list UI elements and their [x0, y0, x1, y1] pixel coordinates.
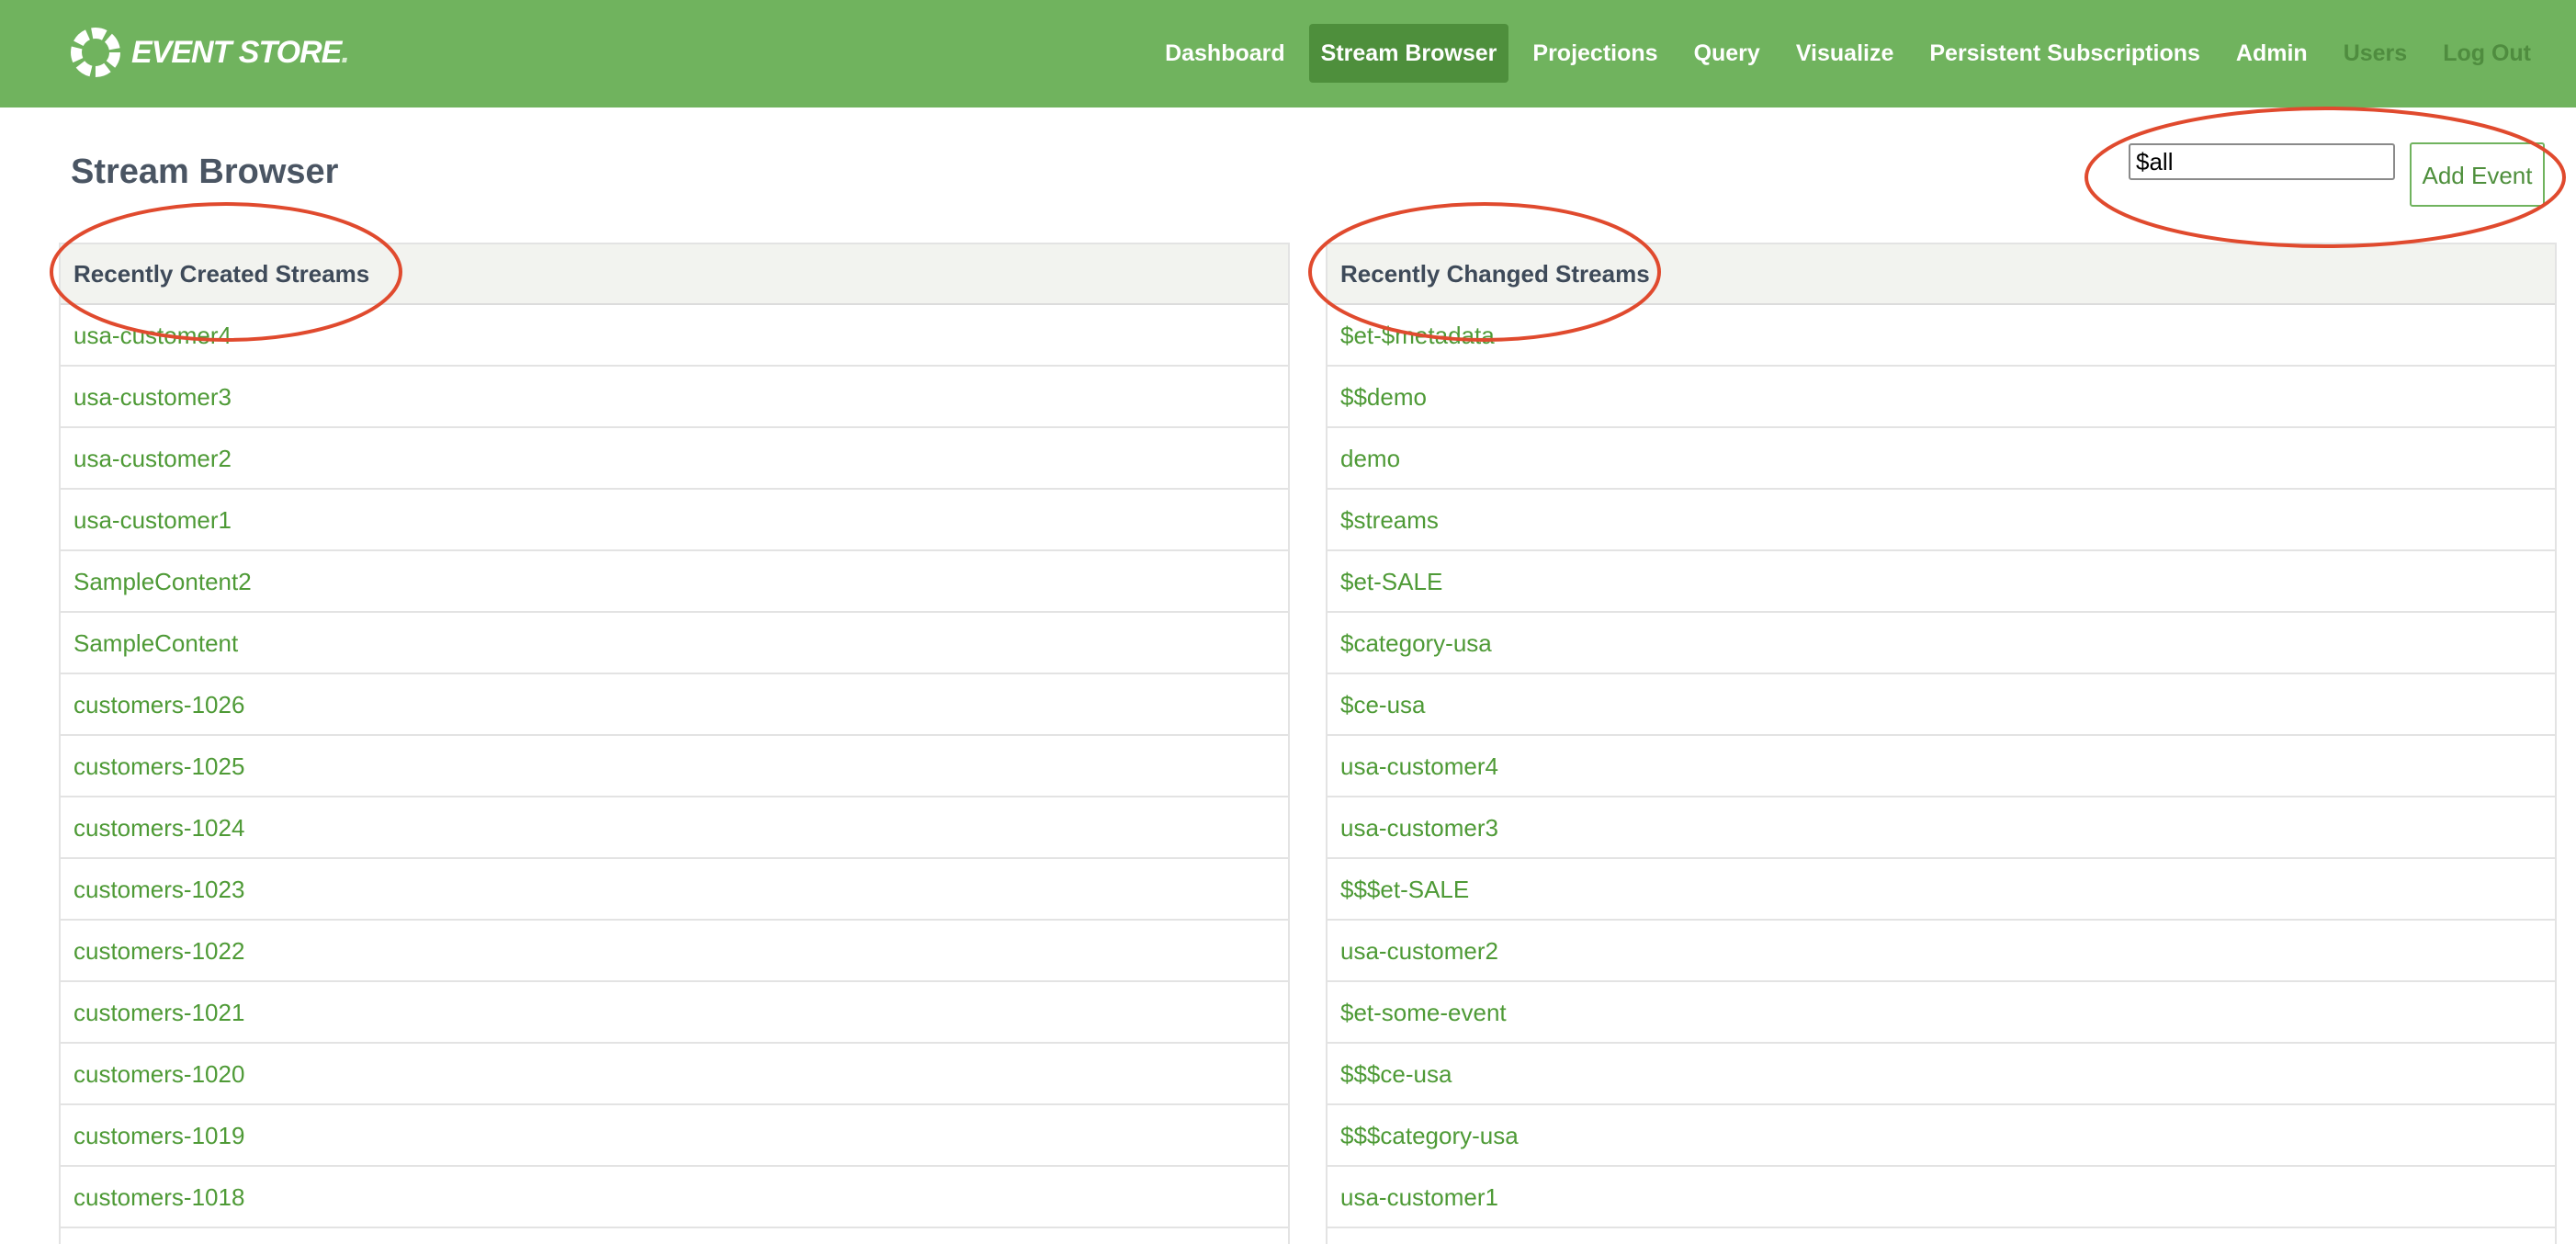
stream-row: usa-customer2: [61, 428, 1288, 490]
stream-row: customers-1022: [61, 921, 1288, 982]
recently-created-streams-heading: Recently Created Streams: [61, 244, 1288, 305]
stream-link[interactable]: customers-1021: [73, 999, 244, 1026]
stream-link[interactable]: usa-customer1: [73, 506, 232, 534]
main-nav: Dashboard Stream Browser Projections Que…: [1141, 24, 2543, 83]
stream-row: customers-1025: [61, 736, 1288, 797]
stream-row: usa-customer3: [61, 367, 1288, 428]
stream-link[interactable]: customers-1026: [73, 691, 244, 718]
event-store-logo[interactable]: EVENT STORE.: [69, 25, 350, 80]
stream-row: $$$category-usa: [1328, 1105, 2555, 1167]
stream-row: $$demo: [1328, 367, 2555, 428]
add-event-button[interactable]: Add Event: [2410, 142, 2545, 207]
stream-link[interactable]: usa-customer3: [1340, 814, 1498, 842]
nav-log-out[interactable]: Log Out: [2431, 24, 2543, 83]
stream-row: usa-customer1: [1328, 1167, 2555, 1228]
stream-row: customers-1023: [61, 859, 1288, 921]
stream-link[interactable]: $$$category-usa: [1340, 1122, 1519, 1149]
stream-link[interactable]: customers-1019: [73, 1122, 244, 1149]
stream-row: customers-1019: [61, 1105, 1288, 1167]
stream-link[interactable]: $$$et-SALE: [1340, 876, 1469, 903]
top-navigation-bar: EVENT STORE. Dashboard Stream Browser Pr…: [0, 0, 2576, 107]
recently-changed-streams-panel: Recently Changed Streams $et-$metadata $$…: [1326, 243, 2557, 1244]
stream-link[interactable]: $streams: [1340, 506, 1439, 534]
stream-row: usa-customer2: [1328, 921, 2555, 982]
stream-link[interactable]: usa-customer3: [73, 383, 232, 411]
stream-row: $et-SALE: [1328, 551, 2555, 613]
stream-link[interactable]: customers-1024: [73, 814, 244, 842]
stream-row: SampleContent: [61, 613, 1288, 674]
stream-link[interactable]: SampleContent2: [73, 568, 252, 595]
stream-row: usa-customer4: [61, 305, 1288, 367]
nav-persistent-subscriptions[interactable]: Persistent Subscriptions: [1917, 24, 2212, 83]
recently-created-streams-panel: Recently Created Streams usa-customer4 us…: [59, 243, 1290, 1244]
stream-row: customers-1026: [61, 674, 1288, 736]
stream-row: customers-1020: [61, 1044, 1288, 1105]
stream-link[interactable]: customers-1022: [73, 937, 244, 965]
stream-row: $ce-usa: [1328, 674, 2555, 736]
stream-row: $et-some-event: [1328, 982, 2555, 1044]
nav-query[interactable]: Query: [1682, 24, 1772, 83]
stream-link[interactable]: $$demo: [1340, 383, 1427, 411]
stream-row: customers-1018: [61, 1167, 1288, 1228]
nav-dashboard[interactable]: Dashboard: [1153, 24, 1297, 83]
stream-row: usa-customer1: [61, 490, 1288, 551]
logo-text: EVENT STORE.: [131, 34, 350, 70]
nav-users[interactable]: Users: [2332, 24, 2420, 83]
stream-row: customers-1024: [61, 797, 1288, 859]
stream-link[interactable]: customers-1018: [73, 1183, 244, 1211]
stream-row: $$$ce-usa: [1328, 1044, 2555, 1105]
stream-row: customers-1021: [61, 982, 1288, 1044]
nav-admin[interactable]: Admin: [2224, 24, 2320, 83]
page-title: Stream Browser: [71, 153, 339, 191]
stream-row: SampleContent2: [61, 551, 1288, 613]
stream-link[interactable]: customers-1020: [73, 1060, 244, 1088]
recently-changed-streams-heading: Recently Changed Streams: [1328, 244, 2555, 305]
stream-link[interactable]: $et-SALE: [1340, 568, 1442, 595]
nav-stream-browser[interactable]: Stream Browser: [1308, 24, 1509, 83]
stream-row: $$$et-SALE: [1328, 859, 2555, 921]
stream-link[interactable]: $et-some-event: [1340, 999, 1507, 1026]
logo-ring-icon: [71, 28, 120, 77]
stream-row: usa-customer4: [1328, 736, 2555, 797]
stream-link[interactable]: SampleContent: [73, 629, 238, 657]
stream-link[interactable]: demo: [1340, 445, 1400, 472]
stream-row: $streams: [1328, 490, 2555, 551]
stream-link[interactable]: usa-customer2: [1340, 937, 1498, 965]
nav-projections[interactable]: Projections: [1520, 24, 1669, 83]
stream-link[interactable]: customers-1023: [73, 876, 244, 903]
nav-visualize[interactable]: Visualize: [1784, 24, 1906, 83]
stream-link[interactable]: usa-customer1: [1340, 1183, 1498, 1211]
stream-link[interactable]: $$$ce-usa: [1340, 1060, 1452, 1088]
stream-row: $et-$metadata: [1328, 305, 2555, 367]
stream-name-input[interactable]: [2129, 143, 2395, 180]
stream-link[interactable]: usa-customer4: [73, 322, 232, 349]
stream-row: $category-usa: [1328, 613, 2555, 674]
stream-link[interactable]: $et-$metadata: [1340, 322, 1495, 349]
stream-link[interactable]: usa-customer2: [73, 445, 232, 472]
stream-link[interactable]: customers-1025: [73, 752, 244, 780]
stream-row: demo: [1328, 428, 2555, 490]
stream-row: usa-customer3: [1328, 797, 2555, 859]
recently-changed-streams-list: $et-$metadata $$demo demo $streams $et-SALE $…: [1328, 305, 2555, 1228]
recently-created-streams-list: usa-customer4 usa-customer3 usa-customer2 u…: [61, 305, 1288, 1228]
stream-link[interactable]: usa-customer4: [1340, 752, 1498, 780]
stream-link[interactable]: $ce-usa: [1340, 691, 1426, 718]
stream-link[interactable]: $category-usa: [1340, 629, 1492, 657]
